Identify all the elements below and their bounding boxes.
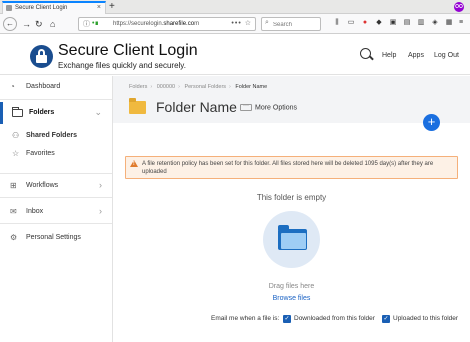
sidebar-toggle-icon[interactable]: ▭ <box>346 17 356 29</box>
page-actions-icon[interactable]: ••• ☆ <box>231 18 252 30</box>
breadcrumb-item[interactable]: 000000 <box>157 84 175 90</box>
help-link[interactable]: Help <box>382 52 396 59</box>
extension-icon[interactable]: OO <box>454 2 464 12</box>
sidebar-item-label: Workflows <box>26 182 59 189</box>
main-content: Folders › 000000 › Personal Folders › Folde… <box>113 76 470 342</box>
workflow-icon: ⊞ <box>10 181 17 190</box>
chevron-right-icon[interactable]: › <box>99 206 102 216</box>
breadcrumb-item[interactable]: Folders <box>129 84 147 90</box>
uploaded-checkbox[interactable]: ✓ <box>382 315 390 323</box>
browse-files-link[interactable]: Browse files <box>113 295 470 302</box>
breadcrumb-item[interactable]: Personal Folders <box>184 84 226 90</box>
folder-header: Folders › 000000 › Personal Folders › Folde… <box>113 76 470 123</box>
logout-link[interactable]: Log Out <box>434 52 459 59</box>
app-header: Secure Client Login Exchange files quick… <box>0 35 470 75</box>
retention-notice: A file retention policy has been set for… <box>125 156 458 179</box>
apps-link[interactable]: Apps <box>408 52 424 59</box>
empty-state-title: This folder is empty <box>256 193 327 202</box>
sidebar: ◔ Dashboard Folders ⌄ ⚇ Shared Folders ☆… <box>0 76 113 342</box>
folder-icon <box>12 107 23 117</box>
more-options-button[interactable]: ··· More Options <box>240 103 298 112</box>
tab-close-icon[interactable]: × <box>97 3 101 13</box>
lock-icon[interactable]: •∎ <box>92 19 99 27</box>
search-icon: ⌕ <box>265 19 269 26</box>
back-icon[interactable]: ← <box>3 17 17 31</box>
extension-icon[interactable]: ▦ <box>444 17 454 29</box>
breadcrumb-current: Folder Name <box>235 84 268 90</box>
favicon-icon <box>6 5 12 11</box>
browser-tabbar: Secure Client Login × + OO <box>0 0 470 14</box>
sidebar-item-label: Personal Settings <box>26 234 81 241</box>
folder-icon <box>278 225 307 250</box>
gear-icon: ⚙ <box>10 233 18 242</box>
sidebar-item-label: Folders <box>29 109 55 116</box>
forward-icon[interactable]: → <box>22 18 31 30</box>
sidebar-item-dashboard[interactable]: ◔ Dashboard <box>0 76 112 98</box>
browser-navbar: ← → ↻ ⌂ ⓘ •∎ https://securelogin.sharefi… <box>0 14 470 34</box>
inbox-icon: ✉ <box>10 207 17 216</box>
sidebar-item-inbox[interactable]: ✉ Inbox › <box>0 201 112 223</box>
browser-search[interactable]: ⌕ <box>261 17 321 31</box>
email-label: Email me when a file is: <box>211 315 280 322</box>
app-subtitle: Exchange files quickly and securely. <box>58 61 186 70</box>
uploaded-label: Uploaded to this folder <box>393 315 459 322</box>
divider <box>0 223 112 224</box>
more-icon: ··· <box>240 103 252 111</box>
app-title: Secure Client Login <box>58 42 198 59</box>
url-bar[interactable]: ⓘ •∎ https://securelogin.sharefile.com •… <box>78 17 256 31</box>
breadcrumb: Folders › 000000 › Personal Folders › Folde… <box>129 84 268 90</box>
sidebar-item-label: Shared Folders <box>26 132 77 139</box>
sidebar-item-favorites[interactable]: ☆ Favorites <box>0 144 112 162</box>
downloaded-checkbox[interactable]: ✓ <box>283 315 291 323</box>
page-title: Folder Name <box>156 99 237 115</box>
info-icon[interactable]: ⓘ <box>83 19 90 29</box>
menu-icon[interactable]: ≡ <box>456 17 466 29</box>
people-icon: ⚇ <box>12 131 20 140</box>
library-icon[interactable]: ⫼ <box>332 17 342 29</box>
more-options-label: More Options <box>255 104 298 112</box>
extension-icon[interactable]: ◈ <box>430 17 440 29</box>
url-text: https://securelogin.sharefile.com <box>113 21 200 27</box>
search-icon[interactable] <box>360 48 371 59</box>
chevron-down-icon[interactable]: ⌄ <box>94 107 102 118</box>
bookmark-icon[interactable]: ▤ <box>402 17 412 29</box>
shield-icon[interactable]: ◆ <box>374 17 384 29</box>
divider <box>0 197 112 198</box>
sidebar-item-label: Inbox <box>26 208 44 215</box>
sidebar-item-personal-settings[interactable]: ⚙ Personal Settings <box>0 227 112 249</box>
reader-icon[interactable]: ▣ <box>388 17 398 29</box>
home-icon[interactable]: ⌂ <box>50 18 55 30</box>
drag-files-hint: Drag files here <box>268 283 315 290</box>
tab-title: Secure Client Login <box>15 5 68 11</box>
reload-icon[interactable]: ↻ <box>35 18 43 30</box>
divider <box>0 99 112 100</box>
empty-folder-illustration <box>263 211 320 268</box>
sidebar-item-shared-folders[interactable]: ⚇ Shared Folders <box>0 126 112 144</box>
notice-text: A file retention policy has been set for… <box>142 161 434 175</box>
divider <box>0 173 112 174</box>
sidebar-item-folders[interactable]: Folders ⌄ <box>0 102 112 124</box>
sidebar-item-workflows[interactable]: ⊞ Workflows › <box>0 175 112 197</box>
warning-icon <box>130 160 138 167</box>
lock-logo-icon <box>30 45 53 68</box>
chevron-right-icon[interactable]: › <box>99 180 102 190</box>
downloaded-label: Downloaded from this folder <box>294 315 375 322</box>
star-icon: ☆ <box>12 149 20 158</box>
dashboard-icon: ◔ <box>10 82 15 91</box>
new-tab-button[interactable]: + <box>109 0 115 13</box>
browser-search-input[interactable] <box>273 20 318 29</box>
adblock-icon[interactable]: ● <box>360 17 370 29</box>
sidebar-item-label: Dashboard <box>26 83 61 90</box>
add-button[interactable]: + <box>423 114 440 131</box>
browser-tab[interactable]: Secure Client Login × <box>2 1 106 14</box>
container-icon[interactable]: ▥ <box>416 17 426 29</box>
folder-icon <box>129 98 146 114</box>
sidebar-item-label: Favorites <box>26 150 55 157</box>
